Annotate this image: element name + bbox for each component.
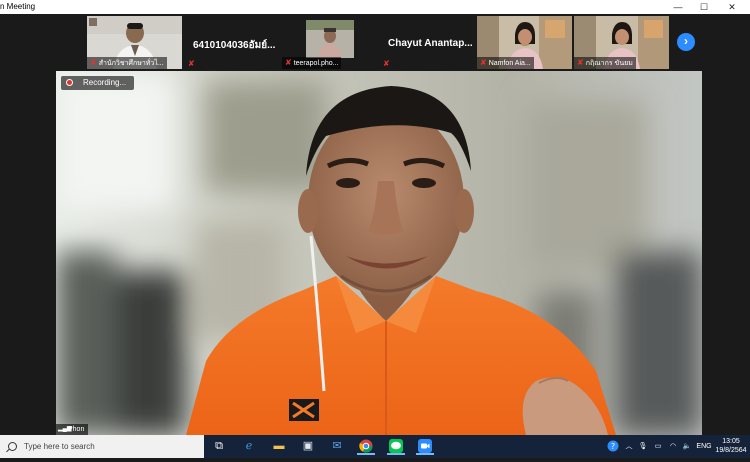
svg-text:?: ? [611, 442, 615, 451]
zoom-meeting-window: n Meeting — ☐ ✕ ✘ สำนักวิชาศึกษาทั่วไ... … [0, 0, 750, 458]
mic-muted-icon: ✘ [90, 58, 97, 67]
participant-thumbnail[interactable]: Chayut Anantap... ✘ [380, 16, 475, 69]
speaker-name-tag: ▂▄▆Phon [56, 424, 89, 435]
participant-thumbnail[interactable]: ✘ Namfon Aia... [477, 16, 572, 69]
windows-taskbar: Type here to search ⧉ ℯ ▬ ▣ ✉ ? ︿ 🎙 ▭ ◠ … [0, 435, 750, 458]
zoom-logo [418, 439, 432, 453]
participant-thumbnail[interactable]: ✘ สำนักวิชาศึกษาทั่วไ... [87, 16, 182, 69]
help-logo: ? [607, 440, 619, 452]
mic-muted-icon: ✘ [480, 58, 487, 67]
close-button[interactable]: ✕ [720, 0, 744, 14]
recording-indicator[interactable]: Recording... [61, 76, 134, 90]
minimize-button[interactable]: — [666, 0, 690, 14]
mic-muted-icon: ✘ [383, 59, 390, 68]
zoom-icon[interactable] [416, 438, 434, 455]
mail-icon[interactable]: ✉ [328, 438, 346, 455]
taskbar-search-box[interactable]: Type here to search [0, 435, 204, 458]
speaker-video-frame [56, 71, 702, 435]
participant-thumbnail[interactable]: ✘ กฤิณากร ขันยม [574, 16, 669, 69]
title-bar: n Meeting — ☐ ✕ [0, 0, 750, 14]
show-hidden-icons-icon[interactable]: ︿ [623, 435, 635, 458]
chrome-logo [359, 439, 373, 453]
speaker-name: Phon [68, 426, 85, 433]
participant-name: ✘ สำนักวิชาศึกษาทั่วไ... [87, 57, 167, 69]
clock[interactable]: 13:05 19/8/2564 [712, 437, 750, 455]
participant-name: 6410104036อัมย์... [193, 40, 276, 51]
participant-strip: ✘ สำนักวิชาศึกษาทั่วไ... 6410104036อัมย์.… [0, 14, 750, 70]
next-page-button[interactable]: › [677, 33, 695, 51]
window-title: n Meeting [0, 2, 36, 11]
mic-muted-icon: ✘ [188, 59, 195, 68]
clock-time: 13:05 [722, 438, 740, 445]
active-speaker-video: Recording... ▂▄▆Phon [56, 71, 702, 435]
mic-muted-icon: ✘ [577, 58, 584, 67]
participant-thumbnail[interactable]: ✘ teerapol.pho... [282, 16, 377, 69]
line-icon[interactable] [387, 438, 405, 455]
participant-name: ✘ กฤิณากร ขันยม [574, 57, 636, 69]
chrome-icon[interactable] [357, 438, 375, 455]
participant-thumbnail[interactable]: 6410104036อัมย์... ✘ [185, 16, 280, 69]
microphone-icon[interactable]: 🎙 [637, 435, 649, 458]
search-placeholder: Type here to search [24, 442, 95, 451]
maximize-button[interactable]: ☐ [692, 0, 716, 14]
clock-date: 19/8/2564 [715, 447, 747, 454]
volume-icon[interactable]: 🔈 [681, 435, 693, 458]
recording-dot-icon [67, 80, 72, 85]
file-explorer-icon[interactable]: ▬ [270, 438, 288, 455]
edge-icon[interactable]: ℯ [240, 438, 258, 455]
signal-strength-icon: ▂▄▆ [58, 426, 72, 433]
participant-name: ✘ Namfon Aia... [477, 57, 534, 69]
task-view-icon[interactable]: ⧉ [210, 438, 228, 455]
search-icon [8, 442, 17, 451]
network-icon[interactable]: ◠ [667, 435, 679, 458]
language-indicator[interactable]: ENG [695, 435, 713, 458]
participant-name: ✘ teerapol.pho... [282, 57, 342, 69]
participant-name: Chayut Anantap... [388, 38, 473, 49]
recording-label: Recording... [83, 78, 127, 87]
mic-muted-icon: ✘ [285, 58, 292, 67]
line-logo [389, 439, 403, 453]
store-icon[interactable]: ▣ [299, 438, 317, 455]
battery-icon[interactable]: ▭ [651, 435, 665, 458]
